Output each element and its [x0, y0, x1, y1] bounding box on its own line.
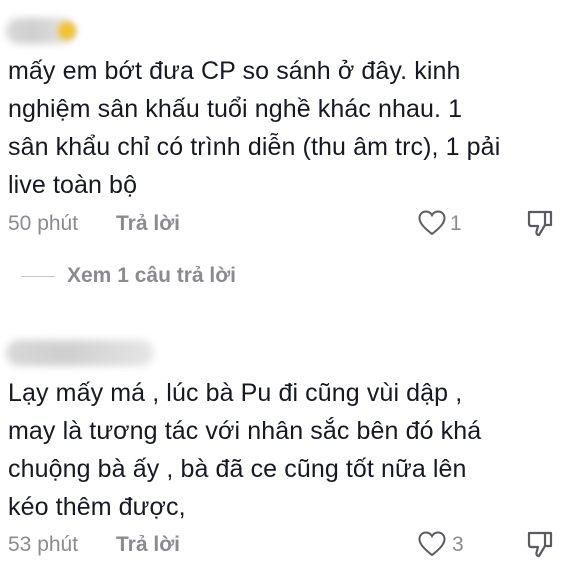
comment-actions: 50 phút Trả lời 1	[8, 210, 570, 240]
username-blurred[interactable]	[6, 340, 154, 366]
comment-line: sân khẩu chỉ có trình diễn (thu âm trc),…	[8, 133, 501, 161]
like-count: 1	[450, 212, 462, 235]
comment-text: Lạy mấy má , lúc bà Pu đi cũng vùi dập ,…	[8, 374, 568, 526]
comment-line: mấy em bớt đưa CP so sánh ở đây. kinh	[8, 57, 461, 85]
reply-button[interactable]: Trả lời	[116, 212, 180, 236]
comment-actions: 53 phút Trả lời 3	[8, 531, 570, 561]
comment-line: kéo thêm được,	[8, 493, 186, 521]
comment-2: Lạy mấy má , lúc bà Pu đi cũng vùi dập ,…	[0, 330, 580, 580]
view-replies-button[interactable]: Xem 1 câu trả lời	[67, 264, 236, 288]
comment-line: may là tương tác với nhân sắc bên đó khá	[8, 417, 482, 445]
dislike-icon[interactable]	[527, 210, 553, 238]
replies-divider	[21, 276, 55, 277]
timestamp: 53 phút	[8, 533, 79, 556]
like-count: 3	[452, 533, 464, 556]
comment-line: live toàn bộ	[8, 171, 138, 199]
comment-1: mấy em bớt đưa CP so sánh ở đây. kinh ng…	[0, 0, 580, 250]
heart-outline-icon[interactable]	[418, 210, 446, 236]
comment-line: Lạy mấy má , lúc bà Pu đi cũng vùi dập ,	[8, 379, 463, 407]
dislike-icon[interactable]	[527, 531, 553, 559]
timestamp: 50 phút	[8, 212, 79, 235]
comment-line: nghiệm sân khấu tuổi nghề khác nhau. 1	[8, 95, 463, 123]
reply-button[interactable]: Trả lời	[116, 533, 180, 557]
comment-text: mấy em bớt đưa CP so sánh ở đây. kinh ng…	[8, 52, 568, 204]
comment-line: chuộng bà ấy , bà đã ce cũng tốt nữa lên	[8, 455, 467, 483]
emoji-blurred	[58, 22, 76, 40]
heart-outline-icon[interactable]	[418, 531, 446, 557]
